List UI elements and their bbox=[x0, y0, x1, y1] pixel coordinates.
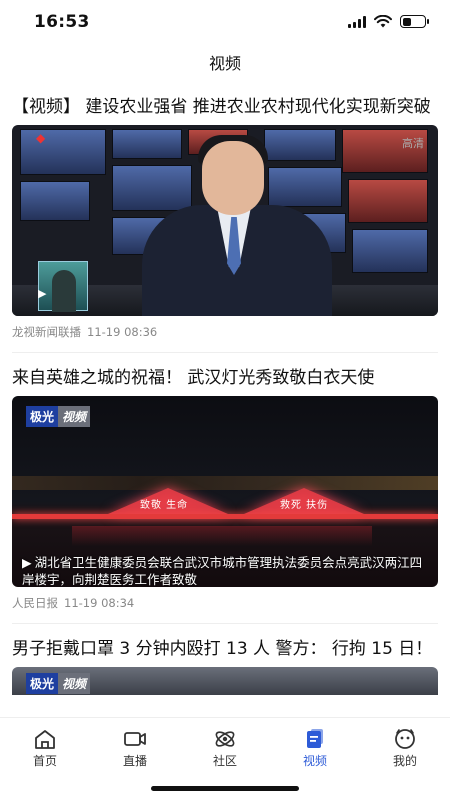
video-feed[interactable]: 【视频】 建设农业强省 推进农业农村现代化实现新突破 ◆ 高清 ▶ 龙视新闻联播… bbox=[0, 92, 450, 717]
feed-item[interactable]: 来自英雄之城的祝福！ 武汉灯光秀致敬白衣天使 极光 视频 致敬 生命 救死 扶伤 … bbox=[0, 367, 450, 611]
bridge-light-text: 救死 扶伤 bbox=[280, 500, 329, 511]
article-meta: 龙视新闻联播 11-19 08:36 bbox=[12, 324, 438, 340]
video-thumbnail[interactable]: ◆ 高清 ▶ bbox=[12, 125, 438, 316]
article-source: 龙视新闻联播 bbox=[12, 325, 81, 339]
sign-language-inset bbox=[38, 261, 88, 312]
channel-logo-icon: ◆ bbox=[36, 131, 46, 145]
article-time: 11-19 08:36 bbox=[87, 325, 158, 339]
article-title[interactable]: 来自英雄之城的祝福！ 武汉灯光秀致敬白衣天使 bbox=[12, 367, 438, 390]
wifi-icon bbox=[374, 15, 392, 28]
community-icon bbox=[215, 731, 235, 747]
home-icon bbox=[35, 730, 55, 749]
battery-icon bbox=[400, 15, 429, 28]
play-icon[interactable]: ▶ bbox=[22, 555, 32, 570]
profile-icon bbox=[395, 729, 415, 749]
brand-badge: 极光 视频 bbox=[26, 406, 91, 427]
video-thumbnail[interactable]: 极光 视频 bbox=[12, 667, 438, 695]
tab-community[interactable]: 社区 bbox=[180, 728, 270, 769]
live-camera-icon bbox=[124, 732, 146, 746]
divider bbox=[12, 352, 438, 353]
cellular-signal-icon bbox=[348, 15, 366, 28]
quality-label: 高清 bbox=[402, 137, 424, 150]
brand-badge: 极光 视频 bbox=[26, 673, 91, 694]
tab-video[interactable]: 视频 bbox=[270, 728, 360, 769]
article-time: 11-19 08:34 bbox=[64, 596, 135, 610]
video-icon bbox=[307, 729, 323, 748]
status-time: 16:53 bbox=[34, 12, 90, 32]
status-icons bbox=[348, 15, 429, 28]
video-caption: ▶ 湖北省卫生健康委员会联合武汉市城市管理执法委员会点亮武汉两江四岸楼宇，向荆楚医… bbox=[22, 555, 423, 587]
article-title[interactable]: 【视频】 建设农业强省 推进农业农村现代化实现新突破 bbox=[12, 96, 438, 119]
tab-live[interactable]: 直播 bbox=[90, 728, 180, 769]
tab-profile[interactable]: 我的 bbox=[360, 728, 450, 769]
divider bbox=[12, 623, 438, 624]
page-title: 视频 bbox=[208, 54, 241, 73]
feed-item[interactable]: 【视频】 建设农业强省 推进农业农村现代化实现新突破 ◆ 高清 ▶ 龙视新闻联播… bbox=[0, 96, 450, 340]
tab-home[interactable]: 首页 bbox=[0, 728, 90, 769]
battery-level bbox=[402, 17, 411, 26]
article-meta: 人民日报 11-19 08:34 bbox=[12, 595, 438, 611]
status-bar: 16:53 bbox=[0, 0, 450, 44]
article-source: 人民日报 bbox=[12, 596, 58, 610]
bridge-light-text: 致敬 生命 bbox=[140, 500, 189, 511]
play-icon[interactable]: ▶ bbox=[38, 287, 46, 300]
home-indicator[interactable] bbox=[151, 786, 299, 791]
video-thumbnail[interactable]: 极光 视频 致敬 生命 救死 扶伤 ▶ 湖北省卫生健康委员会联合武汉市城市管理执法委… bbox=[12, 396, 438, 587]
feed-item[interactable]: 男子拒戴口罩 3 分钟内殴打 13 人 警方： 行拘 15 日！ 极光 视频 bbox=[0, 638, 450, 695]
article-title[interactable]: 男子拒戴口罩 3 分钟内殴打 13 人 警方： 行拘 15 日！ bbox=[12, 638, 438, 661]
